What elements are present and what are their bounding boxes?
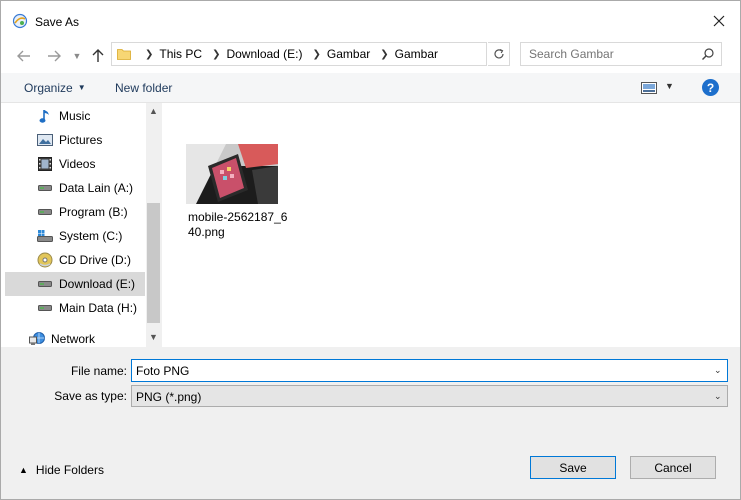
nav-label: Pictures	[59, 133, 103, 147]
chevron-up-icon: ▲	[19, 465, 28, 475]
caret-down-icon: ▼	[77, 83, 86, 92]
breadcrumb-separator: ❯	[380, 48, 389, 60]
up-arrow-icon	[92, 49, 104, 62]
nav-label: Videos	[59, 157, 96, 171]
back-button[interactable]	[15, 47, 33, 65]
breadcrumb-gambar[interactable]: Gambar	[327, 47, 370, 61]
refresh-icon	[493, 48, 504, 59]
save-as-dialog: Save As ▼ ❯ This PC ❯ Download (E:) ❯ Ga…	[0, 0, 741, 500]
nav-label: Data Lain (A:)	[59, 181, 134, 195]
drive-icon	[37, 204, 53, 220]
drive-icon	[37, 300, 53, 316]
chevron-down-icon[interactable]: ⌄	[714, 391, 722, 402]
refresh-button[interactable]	[488, 42, 510, 66]
nav-label: Download (E:)	[59, 277, 136, 291]
title-bar: Save As	[1, 1, 740, 39]
navigation-pane: Music Pictures Videos Data Lain (A:) Pro…	[1, 103, 161, 347]
nav-label: System (C:)	[59, 229, 123, 243]
new-folder-button[interactable]: New folder	[115, 81, 172, 95]
scroll-down-icon[interactable]: ▼	[149, 332, 158, 342]
nav-label: Network	[51, 332, 96, 346]
breadcrumb-download-drive[interactable]: Download (E:)	[226, 47, 302, 61]
pictures-icon	[37, 132, 53, 148]
folder-icon	[117, 49, 131, 60]
help-icon[interactable]: ?	[702, 79, 719, 96]
breadcrumb-separator: ❯	[212, 48, 221, 60]
save-as-type-select[interactable]: PNG (*.png) ⌄	[131, 385, 728, 407]
file-name-input[interactable]	[132, 360, 707, 381]
search-box[interactable]	[520, 42, 722, 66]
cancel-button[interactable]: Cancel	[630, 456, 716, 479]
cd-drive-icon	[37, 252, 53, 268]
nav-item-pictures[interactable]: Pictures	[5, 128, 145, 152]
change-view-icon[interactable]	[641, 82, 657, 94]
organize-button[interactable]: Organize ▼	[24, 81, 86, 95]
breadcrumb-separator: ❯	[145, 48, 154, 60]
nav-item-program[interactable]: Program (B:)	[5, 200, 145, 224]
file-name: mobile-2562187_640.png	[188, 210, 288, 239]
drive-icon	[37, 276, 53, 292]
save-as-type-label: Save as type:	[54, 389, 127, 403]
address-bar[interactable]: ❯ This PC ❯ Download (E:) ❯ Gambar ❯ Gam…	[111, 42, 584, 66]
chevron-down-icon[interactable]: ⌄	[714, 365, 722, 376]
nav-label: Music	[59, 109, 91, 123]
back-arrow-icon	[17, 50, 30, 62]
nav-item-videos[interactable]: Videos	[5, 152, 145, 176]
nav-item-cd-drive[interactable]: CD Drive (D:)	[5, 248, 145, 272]
nav-label: Main Data (H:)	[59, 301, 138, 315]
view-options-dropdown[interactable]: ▼	[665, 81, 674, 91]
nav-item-system[interactable]: System (C:)	[5, 224, 145, 248]
music-icon	[37, 108, 53, 124]
forward-button[interactable]	[45, 47, 63, 65]
window-title: Save As	[35, 15, 80, 29]
scroll-thumb[interactable]	[147, 203, 160, 323]
search-input[interactable]	[521, 43, 697, 65]
system-drive-icon	[37, 228, 53, 244]
organize-label: Organize	[24, 81, 73, 95]
drive-icon	[37, 180, 53, 196]
save-form: File name: ⌄ Save as type: PNG (*.png) ⌄…	[1, 347, 740, 499]
file-name-combobox[interactable]: ⌄	[131, 359, 728, 382]
network-icon	[29, 331, 45, 347]
file-list[interactable]: mobile-2562187_640.png	[162, 103, 740, 347]
close-icon	[713, 15, 725, 27]
nav-label: Program (B:)	[59, 205, 128, 219]
breadcrumb-this-pc[interactable]: This PC	[159, 47, 202, 61]
hide-folders-button[interactable]: ▲ Hide Folders	[19, 463, 104, 477]
nav-scrollbar[interactable]: ▲ ▼	[146, 103, 161, 347]
hide-folders-label: Hide Folders	[35, 463, 104, 477]
save-button[interactable]: Save	[530, 456, 616, 479]
breadcrumb-separator: ❯	[312, 48, 321, 60]
search-icon	[702, 48, 714, 60]
command-bar: Organize ▼ New folder ▼ ?	[1, 73, 740, 103]
close-button[interactable]	[706, 9, 732, 33]
file-name-label: File name:	[70, 364, 127, 378]
nav-item-main-data[interactable]: Main Data (H:)	[5, 296, 145, 320]
chevron-down-icon: ▼	[72, 51, 82, 61]
recent-locations-button[interactable]: ▼	[68, 47, 86, 65]
up-button[interactable]	[89, 47, 107, 65]
image-thumbnail	[186, 144, 278, 204]
nav-label: CD Drive (D:)	[59, 253, 131, 267]
app-icon	[12, 13, 28, 29]
new-folder-label: New folder	[115, 81, 173, 95]
file-item[interactable]: mobile-2562187_640.png	[184, 141, 287, 241]
scroll-up-icon[interactable]: ▲	[149, 106, 158, 116]
nav-item-download-selected[interactable]: Download (E:)	[5, 272, 145, 296]
save-as-type-value: PNG (*.png)	[136, 390, 202, 404]
nav-item-music[interactable]: Music	[5, 104, 145, 128]
breadcrumb-gambar-current[interactable]: Gambar	[395, 47, 438, 61]
nav-item-data-lain[interactable]: Data Lain (A:)	[5, 176, 145, 200]
forward-arrow-icon	[48, 50, 61, 62]
videos-icon	[37, 156, 53, 172]
address-row: ▼ ❯ This PC ❯ Download (E:) ❯ Gambar ❯ G…	[1, 39, 740, 73]
